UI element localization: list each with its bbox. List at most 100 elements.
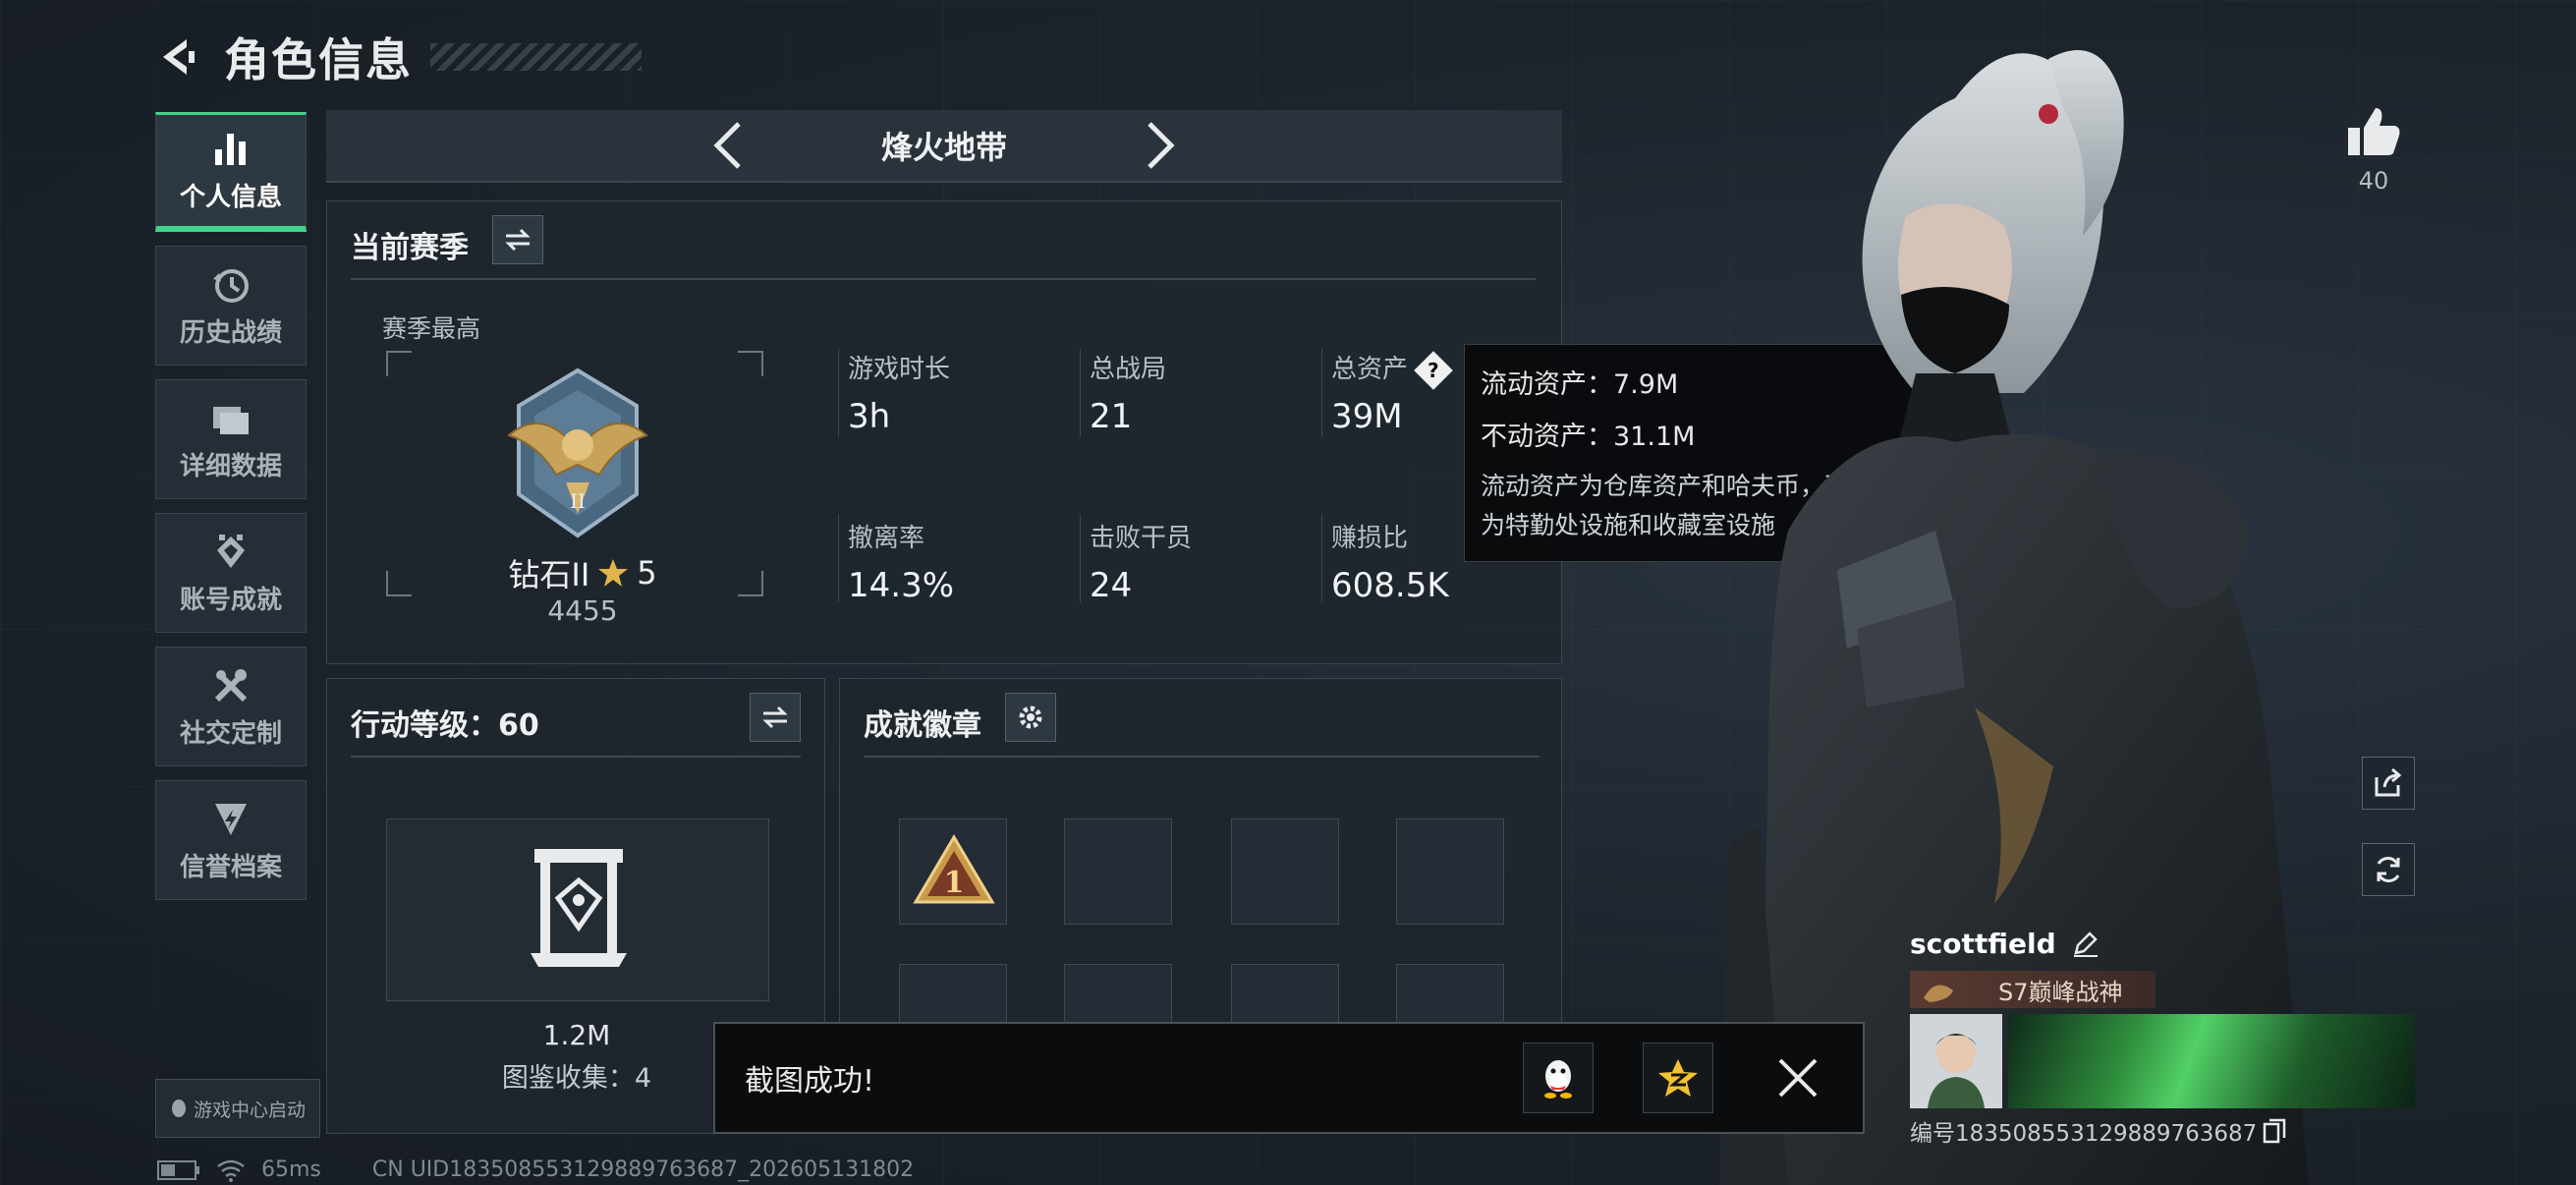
stat-separator	[1080, 514, 1081, 602]
avatar[interactable]	[1910, 1014, 2002, 1108]
nav-item-achievements[interactable]: 账号成就	[155, 513, 307, 633]
swap-icon	[762, 705, 788, 729]
stat-label-text: 总资产	[1331, 355, 1409, 384]
stat-separator	[838, 349, 839, 437]
copy-icon[interactable]	[2263, 1118, 2286, 1144]
share-qq-button[interactable]	[1523, 1043, 1594, 1113]
level-switch-button[interactable]	[750, 693, 801, 742]
mode-next-button[interactable]	[1131, 116, 1190, 175]
like-button[interactable]: 40	[2344, 106, 2403, 195]
uid-watermark: CN UID183508553129889763687_202605131802	[371, 1157, 915, 1182]
stat-separator	[838, 514, 839, 602]
username-row: scottfield	[1910, 920, 2415, 967]
nav-item-personal-info[interactable]: 个人信息	[155, 112, 307, 232]
player-profile: scottfield S7巅峰战神 编号18350855312988976368…	[1910, 920, 2415, 1148]
nav-item-social-custom[interactable]: 社交定制	[155, 647, 307, 766]
qzone-star-icon	[1658, 1059, 1698, 1097]
refresh-button[interactable]	[2362, 843, 2415, 896]
swap-icon	[505, 228, 531, 252]
back-arrow-icon	[163, 39, 195, 75]
share-button[interactable]	[2362, 757, 2415, 810]
battery-icon	[157, 1159, 199, 1180]
svg-text:II: II	[570, 489, 586, 513]
back-button[interactable]	[155, 33, 202, 81]
nav-label: 信誉档案	[179, 852, 282, 882]
star-icon	[598, 559, 629, 587]
nav-item-detail-data[interactable]: 详细数据	[155, 379, 307, 499]
qq-penguin-icon	[171, 1100, 186, 1117]
stat-play-time: 游戏时长 3h	[848, 349, 950, 436]
reputation-icon	[209, 798, 252, 841]
season-switch-button[interactable]	[492, 215, 543, 264]
player-title: S7巅峰战神	[1998, 978, 2123, 1006]
toast-close-button[interactable]	[1763, 1043, 1833, 1113]
player-id: 编号183508553129889763687	[1910, 1121, 2258, 1147]
badge-slot[interactable]: 1	[899, 818, 1007, 925]
rank-points: 4455	[547, 594, 618, 627]
wifi-icon	[217, 1159, 245, 1182]
stat-separator	[1321, 514, 1322, 602]
stat-value: 21	[1090, 397, 1133, 436]
rank-one-badge-icon: 1	[913, 834, 995, 904]
season-best-label: 赛季最高	[382, 314, 481, 343]
nav-label: 个人信息	[179, 183, 282, 212]
folder-icon	[209, 397, 252, 440]
season-title: 当前赛季	[351, 231, 469, 265]
stat-separator	[1321, 349, 1322, 437]
panel-divider	[351, 278, 1536, 280]
player-id-row: 编号183508553129889763687	[1910, 1114, 2415, 1148]
stat-profit-loss-ratio: 赚损比 608.5K	[1331, 518, 1449, 605]
badge-settings-button[interactable]	[1005, 693, 1056, 742]
username: scottfield	[1910, 927, 2056, 960]
player-title-badge: S7巅峰战神	[1910, 971, 2156, 1008]
rank-emblem-icon: II	[489, 367, 666, 541]
stat-value: 39M	[1331, 397, 1403, 436]
profile-banner[interactable]	[2008, 1014, 2415, 1108]
achievement-icon	[209, 531, 252, 574]
nav-label: 历史战绩	[179, 317, 282, 348]
nav-item-history[interactable]: 历史战绩	[155, 246, 307, 366]
help-icon[interactable]: ?	[1414, 350, 1453, 390]
panel-divider	[351, 756, 801, 758]
status-bar: 65ms CN UID183508553129889763687_2026051…	[157, 1157, 914, 1182]
action-level-title: 行动等级：60	[351, 708, 539, 743]
badge-number: 1	[944, 866, 965, 900]
badge-slot[interactable]	[1396, 818, 1504, 925]
rank-name: 钻石II	[508, 556, 590, 593]
qq-icon	[1544, 1060, 1572, 1099]
badge-slot[interactable]	[1064, 818, 1172, 925]
stat-label: 总战局	[1090, 355, 1167, 384]
share-qzone-button[interactable]	[1643, 1043, 1713, 1113]
collection-card[interactable]	[386, 818, 769, 1001]
game-center-launch-button[interactable]: 游戏中心启动	[155, 1079, 320, 1138]
collection-case-icon	[531, 849, 627, 967]
gear-icon	[1019, 705, 1042, 729]
stat-label: 赚损比	[1331, 524, 1409, 553]
title-emblem-icon	[1924, 985, 1953, 1002]
stat-label: 总资产?	[1331, 349, 1453, 390]
edit-icon[interactable]	[2072, 930, 2100, 957]
rank-stars: 5	[637, 554, 657, 592]
stat-separator	[1080, 349, 1081, 437]
thumbs-up-icon	[2348, 108, 2400, 155]
stat-value: 3h	[848, 397, 891, 436]
bar-chart-icon	[209, 128, 252, 171]
title-decoration	[430, 43, 642, 71]
ping-value: 65ms	[261, 1157, 321, 1182]
panel-divider	[864, 756, 1540, 758]
mode-name: 烽火地带	[880, 129, 1007, 166]
nav-label: 社交定制	[179, 718, 282, 749]
stat-value: 14.3%	[848, 566, 955, 605]
nav-label: 账号成就	[179, 585, 282, 615]
badge-slot[interactable]	[1231, 818, 1339, 925]
nav-item-reputation[interactable]: 信誉档案	[155, 780, 307, 900]
chevron-left-icon	[713, 122, 741, 169]
mode-prev-button[interactable]	[699, 116, 757, 175]
stat-label: 游戏时长	[848, 355, 951, 384]
toast-message: 截图成功!	[745, 1064, 875, 1099]
refresh-icon	[2377, 857, 2400, 882]
stat-extraction-rate: 撤离率 14.3%	[848, 518, 954, 605]
close-icon	[1778, 1058, 1818, 1098]
nav-label: 详细数据	[179, 451, 282, 481]
screenshot-toast: 截图成功!	[713, 1022, 1865, 1134]
